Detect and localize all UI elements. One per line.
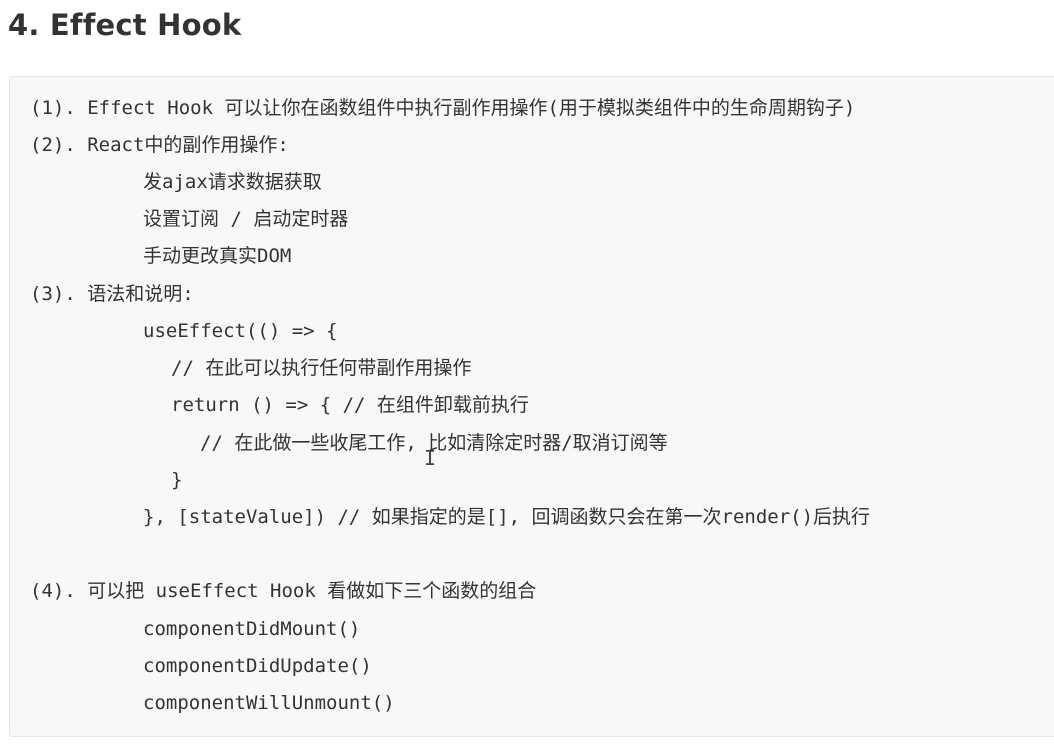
component-will-unmount-line: componentWillUnmount(): [143, 692, 395, 714]
text-cursor-icon: I: [424, 446, 437, 470]
component-did-update-line: componentDidUpdate(): [143, 655, 372, 677]
return-cleanup-line: return () => { // 在组件卸载前执行: [171, 394, 529, 416]
point-2-line: (2). React中的副作用操作:: [30, 134, 289, 156]
effect-comment-line: // 在此可以执行任何带副作用操作: [171, 357, 472, 379]
cleanup-close-line: }: [171, 469, 183, 491]
dependency-array-line: }, [stateValue]) // 如果指定的是[], 回调函数只会在第一次…: [143, 506, 871, 528]
use-effect-open-line: useEffect(() => {: [143, 320, 338, 342]
side-effect-dom-line: 手动更改真实DOM: [143, 245, 292, 267]
point-3-line: (3). 语法和说明:: [30, 283, 194, 305]
side-effect-subscribe-line: 设置订阅 / 启动定时器: [143, 208, 349, 230]
component-did-mount-line: componentDidMount(): [143, 618, 361, 640]
point-4-line: (4). 可以把 useEffect Hook 看做如下三个函数的组合: [30, 580, 537, 602]
section-heading: 4. Effect Hook: [8, 8, 242, 42]
point-1-line: (1). Effect Hook 可以让你在函数组件中执行副作用操作(用于模拟类…: [30, 97, 856, 119]
side-effect-ajax-line: 发ajax请求数据获取: [143, 171, 322, 193]
